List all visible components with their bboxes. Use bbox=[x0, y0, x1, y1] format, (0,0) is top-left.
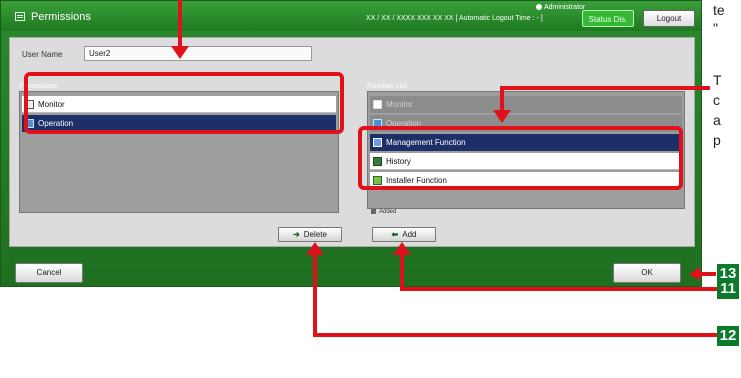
user-name-label: User Name bbox=[22, 50, 63, 59]
cropped-side-text: " bbox=[713, 20, 718, 36]
delete-button-label: Delete bbox=[303, 230, 327, 239]
cancel-button[interactable]: Cancel bbox=[15, 263, 83, 283]
function-list-label: Function List bbox=[367, 83, 407, 90]
function-item-monitor: Monitor bbox=[370, 96, 682, 113]
logout-button[interactable]: Logout bbox=[643, 10, 695, 27]
added-legend: Added bbox=[371, 209, 396, 215]
callout-line-drop bbox=[500, 86, 504, 110]
permissions-highlight-frame bbox=[24, 72, 344, 134]
ok-button[interactable]: OK bbox=[613, 263, 681, 283]
arrow-left-icon: ⬅ bbox=[391, 230, 399, 239]
function-item-label: Monitor bbox=[386, 100, 413, 109]
status-display-button[interactable]: Status Dis. bbox=[582, 10, 634, 27]
arrow-right-icon: ➔ bbox=[293, 230, 300, 239]
add-button-label: Add bbox=[402, 230, 417, 239]
user-name-field[interactable]: User2 bbox=[84, 46, 312, 61]
callout-line-add-h bbox=[400, 287, 717, 291]
callout-line-top bbox=[178, 0, 182, 46]
title-bar: Permissions Administrator XX / XX / XXXX… bbox=[1, 1, 701, 31]
callout-line-right bbox=[500, 86, 710, 90]
callout-line-delete-h bbox=[313, 333, 717, 337]
callout-arrow-down-icon bbox=[493, 110, 511, 123]
window-title: Permissions bbox=[31, 11, 91, 23]
cropped-side-text: p bbox=[713, 132, 721, 148]
added-label: Added bbox=[379, 209, 397, 216]
logout-timer-text: [ Automatic Logout Time : - ] bbox=[455, 15, 543, 22]
delete-button[interactable]: ➔ Delete bbox=[278, 227, 342, 242]
callout-arrow-down-icon bbox=[171, 46, 189, 59]
admin-indicator: Administrator bbox=[536, 4, 585, 11]
callout-badge-12: 12 bbox=[717, 326, 739, 346]
admin-icon bbox=[536, 4, 542, 11]
cropped-side-text: c bbox=[713, 92, 720, 108]
function-highlight-frame bbox=[358, 126, 683, 190]
monitor-icon bbox=[373, 100, 382, 109]
datetime-status: XX / XX / XXXX XXX XX XX [ Automatic Log… bbox=[366, 15, 543, 22]
callout-line-delete bbox=[313, 254, 317, 337]
callout-line-add bbox=[400, 254, 404, 288]
cropped-side-text: a bbox=[713, 112, 721, 128]
permissions-icon bbox=[15, 12, 25, 21]
admin-label: Administrator bbox=[544, 4, 586, 11]
cropped-side-text: T bbox=[713, 72, 722, 88]
callout-line-ok bbox=[699, 272, 716, 276]
added-legend-swatch bbox=[371, 209, 376, 214]
add-button[interactable]: ⬅ Add bbox=[372, 227, 436, 242]
callout-badge-11: 11 bbox=[717, 279, 739, 299]
datetime-text: XX / XX / XXXX XXX XX XX bbox=[366, 15, 454, 22]
cropped-side-text: te bbox=[713, 2, 725, 18]
